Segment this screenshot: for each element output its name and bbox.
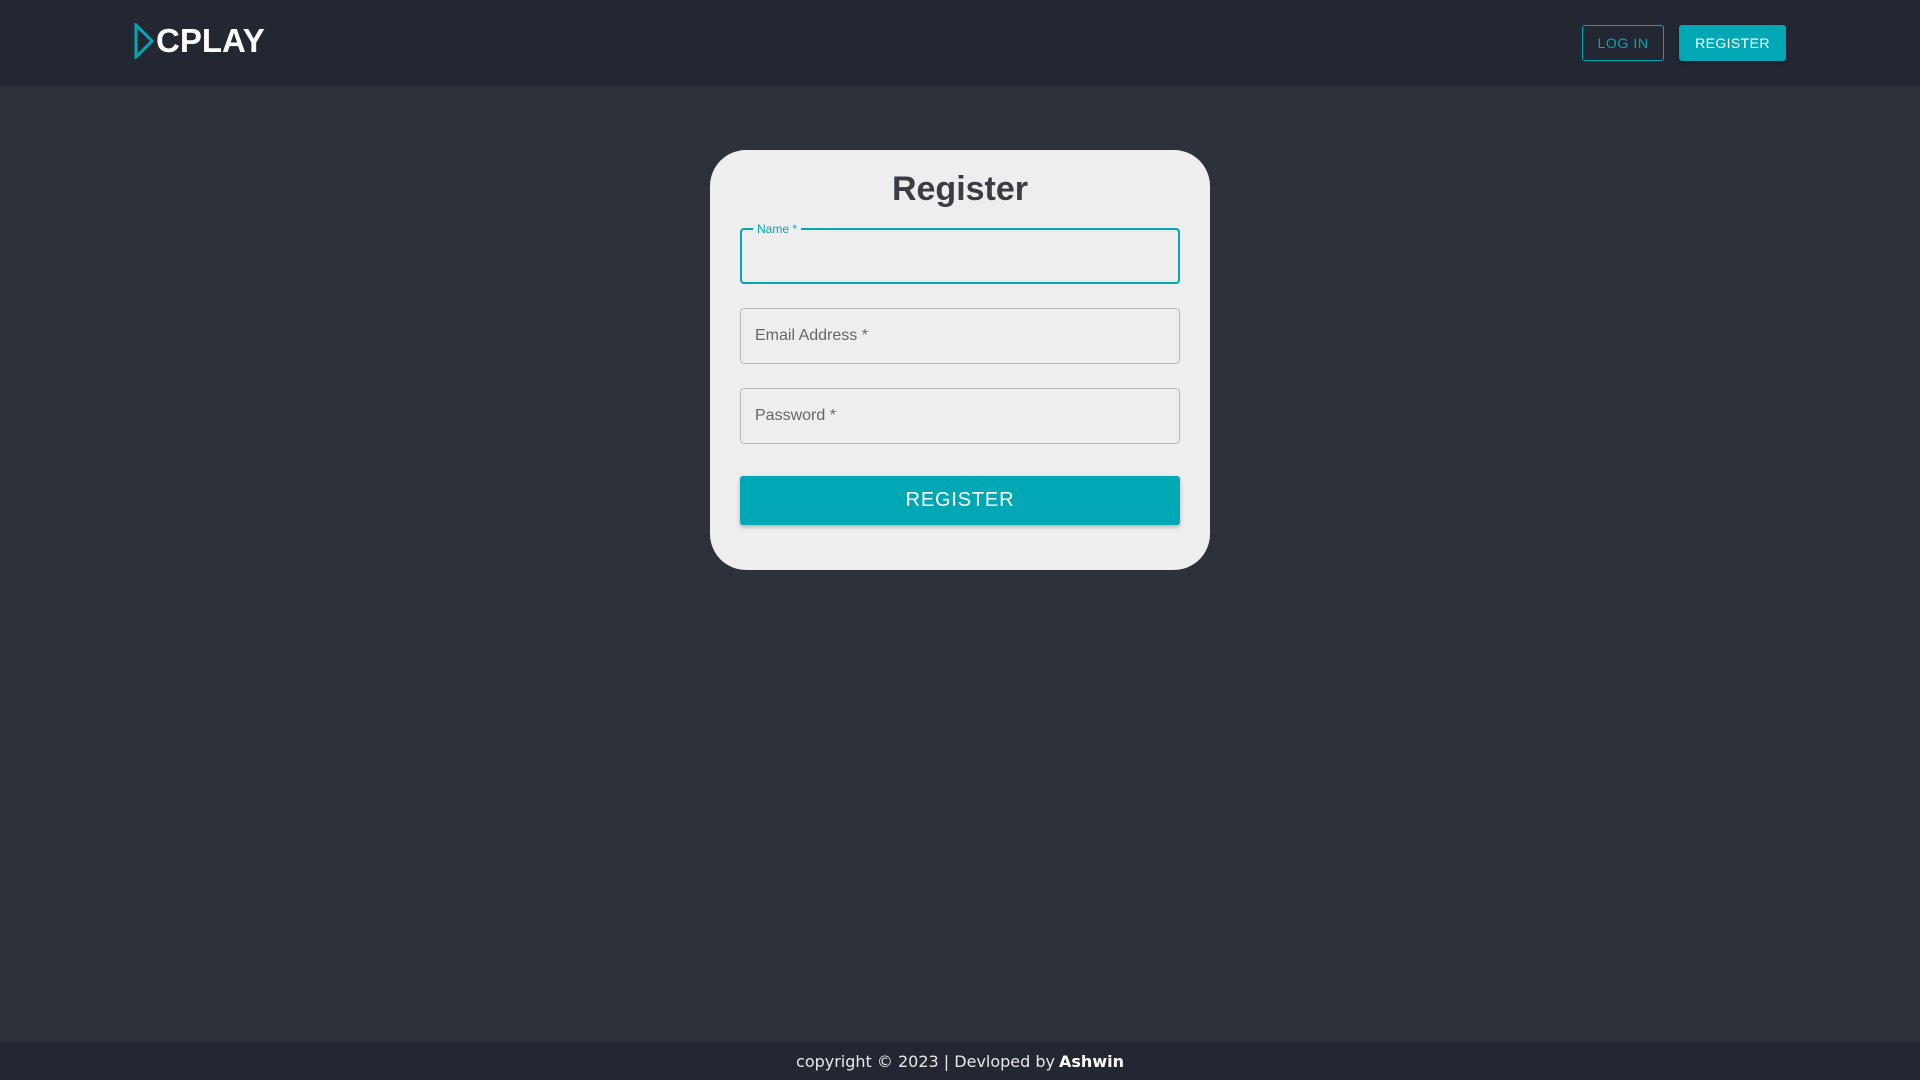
page-title: Register <box>891 170 1029 208</box>
register-submit-button[interactable]: REGISTER <box>740 476 1180 525</box>
name-input[interactable] <box>742 230 1178 282</box>
name-field[interactable]: Name * <box>740 222 1180 284</box>
password-input[interactable] <box>741 389 1179 443</box>
register-card: Register Name * Email Address * Password… <box>710 150 1210 570</box>
top-navbar: CPLAY LOG IN REGISTER <box>0 0 1920 86</box>
login-button[interactable]: LOG IN <box>1582 25 1664 61</box>
brand-logo[interactable]: CPLAY <box>134 23 265 59</box>
brand-name: CPLAY <box>156 22 265 59</box>
email-field[interactable]: Email Address * <box>740 308 1180 364</box>
email-input[interactable] <box>741 309 1179 363</box>
page-footer: copyright © 2023 | Devloped by Ashwin <box>0 1042 1920 1080</box>
play-triangle-icon <box>134 23 154 59</box>
footer-copyright: copyright © 2023 | Devloped by <box>796 1051 1056 1071</box>
nav-register-button[interactable]: REGISTER <box>1679 25 1786 61</box>
footer-author: Ashwin <box>1059 1051 1124 1071</box>
password-field[interactable]: Password * <box>740 388 1180 444</box>
